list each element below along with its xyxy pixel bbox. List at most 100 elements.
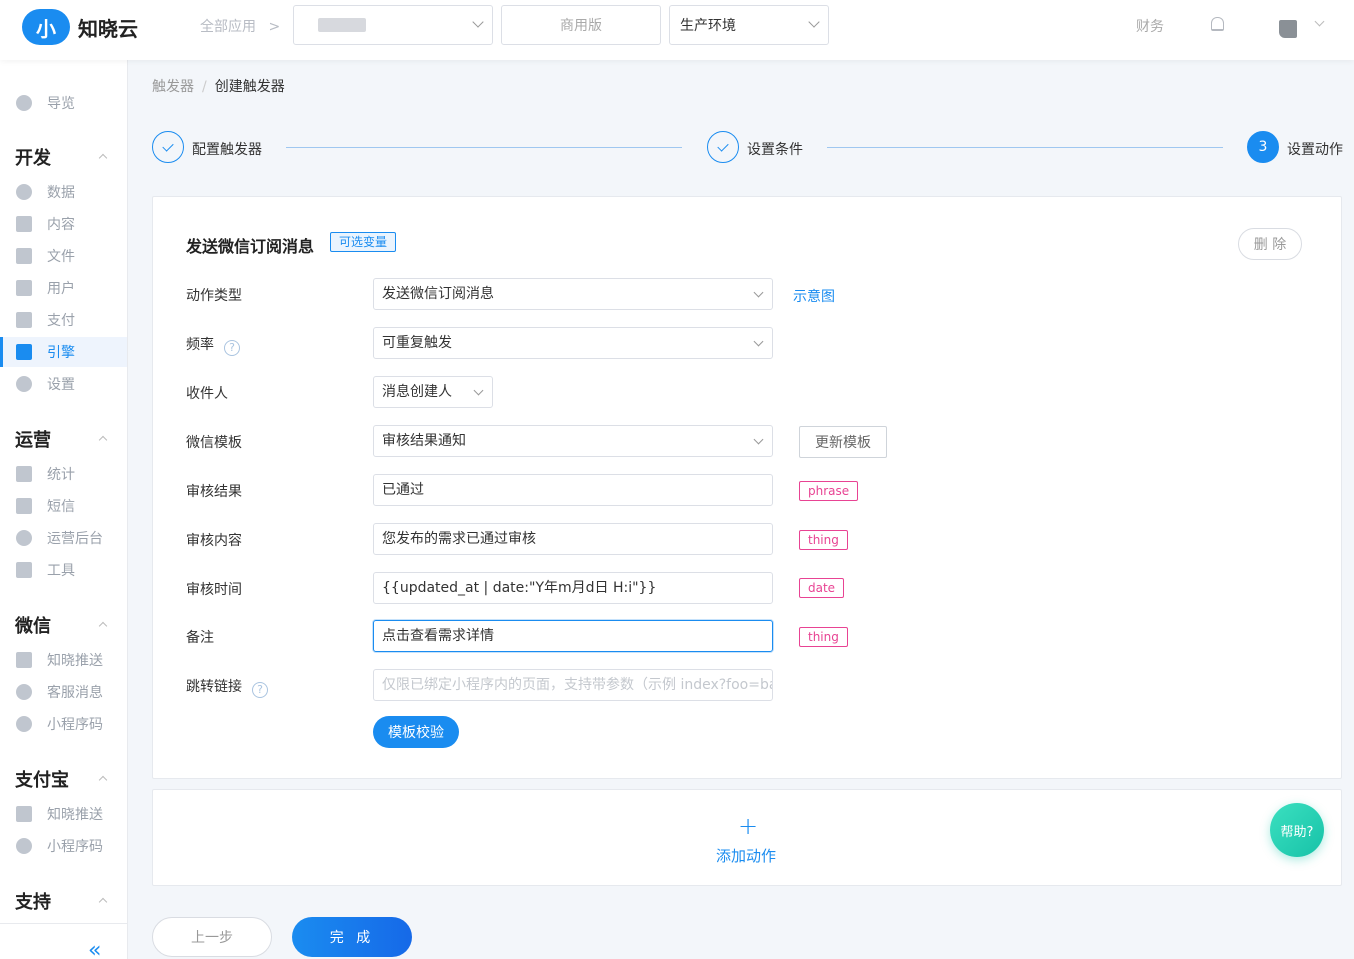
group-alipay[interactable]: 支付宝 <box>15 766 69 792</box>
sidebar-item-overview[interactable]: 导览 <box>0 88 127 118</box>
dashboard-icon <box>16 530 32 546</box>
add-action-card[interactable]: + 添加动作 <box>152 789 1342 886</box>
breadcrumb-parent[interactable]: 触发器 <box>152 79 194 95</box>
delete-button[interactable]: 删 除 <box>1238 228 1302 260</box>
sidebar-item-label: 内容 <box>47 217 75 233</box>
recipient-value: 消息创建人 <box>382 384 452 400</box>
sidebar-item-label: 用户 <box>47 281 75 297</box>
grid-icon <box>16 95 32 111</box>
sidebar-divider <box>0 923 127 924</box>
result-label: 审核结果 <box>186 484 242 500</box>
chevron-down-icon[interactable] <box>1314 16 1325 27</box>
sidebar-item-wechat-service[interactable]: 客服消息 <box>0 677 127 707</box>
group-wechat[interactable]: 微信 <box>15 612 51 638</box>
type-tag-thing: thing <box>799 530 848 550</box>
bell-icon[interactable] <box>1211 17 1224 31</box>
sidebar-item-label: 小程序码 <box>47 839 103 855</box>
chevron-up-icon[interactable] <box>98 775 108 785</box>
sidebar-item-alipay-qrcode[interactable]: 小程序码 <box>0 831 127 861</box>
sidebar-item-content[interactable]: 内容 <box>0 209 127 239</box>
sidebar-item-label: 运营后台 <box>47 531 103 547</box>
chevron-up-icon[interactable] <box>98 153 108 163</box>
env-select[interactable]: 生产环境 <box>669 5 829 45</box>
time-input[interactable]: {{updated_at | date:"Y年m月d日 H:i"}} <box>373 572 773 604</box>
wallet-icon <box>16 312 32 328</box>
finish-button[interactable]: 完 成 <box>292 917 412 957</box>
collapse-sidebar-icon[interactable]: « <box>88 938 102 959</box>
template-label: 微信模板 <box>186 435 242 451</box>
sidebar-item-wechat-qrcode[interactable]: 小程序码 <box>0 709 127 739</box>
type-tag-thing: thing <box>799 627 848 647</box>
headset-icon <box>16 684 32 700</box>
sidebar-item-tools[interactable]: 工具 <box>0 555 127 585</box>
sidebar-item-files[interactable]: 文件 <box>0 241 127 271</box>
logo-icon: 小 <box>22 9 70 45</box>
chevron-up-icon[interactable] <box>98 621 108 631</box>
trend-icon <box>16 344 32 360</box>
sidebar-item-label: 工具 <box>47 563 75 579</box>
plan-badge[interactable]: 商用版 <box>501 5 661 45</box>
step-2-check-icon <box>707 131 739 163</box>
validate-template-button[interactable]: 模板校验 <box>373 716 459 748</box>
sidebar-item-alipay-push[interactable]: 知晓推送 <box>0 799 127 829</box>
sidebar-item-label: 数据 <box>47 185 75 201</box>
finance-link[interactable]: 财务 <box>1136 16 1164 36</box>
step-1-check-icon <box>152 131 184 163</box>
sidebar-item-data[interactable]: 数据 <box>0 177 127 207</box>
logo[interactable]: 小 知晓云 <box>22 9 138 45</box>
app-select[interactable] <box>293 5 493 45</box>
user-icon <box>16 280 32 296</box>
sidebar-item-payment[interactable]: 支付 <box>0 305 127 335</box>
all-apps-link[interactable]: 全部应用 > <box>200 16 280 36</box>
top-bar: 小 知晓云 全部应用 > 商用版 生产环境 财务 <box>0 0 1354 60</box>
vars-tag[interactable]: 可选变量 <box>330 232 397 252</box>
recipient-select[interactable]: 消息创建人 <box>373 376 493 408</box>
chevron-down-icon <box>808 16 820 28</box>
group-dev[interactable]: 开发 <box>15 144 51 170</box>
prev-step-button[interactable]: 上一步 <box>152 917 272 957</box>
link-label-text: 跳转链接 <box>186 679 242 695</box>
group-support[interactable]: 支持 <box>15 888 51 914</box>
chevron-up-icon[interactable] <box>98 897 108 907</box>
frequency-select[interactable]: 可重复触发 <box>373 327 773 359</box>
action-type-select[interactable]: 发送微信订阅消息 <box>373 278 773 310</box>
template-select[interactable]: 审核结果通知 <box>373 425 773 457</box>
wrench-icon <box>16 562 32 578</box>
content-input[interactable]: 您发布的需求已通过审核 <box>373 523 773 555</box>
sidebar-item-wechat-push[interactable]: 知晓推送 <box>0 645 127 675</box>
chevron-right-icon: > <box>268 19 281 35</box>
pie-chart-icon <box>16 184 32 200</box>
qrcode-icon <box>16 716 32 732</box>
plan-label: 商用版 <box>560 18 602 34</box>
document-icon <box>16 216 32 232</box>
link-input[interactable]: 仅限已绑定小程序内的页面，支持带参数（示例 index?foo=ba <box>373 669 773 701</box>
chevron-up-icon[interactable] <box>98 435 108 445</box>
sidebar-item-label: 引擎 <box>47 345 75 361</box>
help-icon[interactable]: ? <box>252 682 268 698</box>
sidebar-item-stats[interactable]: 统计 <box>0 459 127 489</box>
help-button[interactable]: 帮助? <box>1270 803 1324 857</box>
sidebar: 导览 开发 数据 内容 文件 用户 支付 引擎 设置 运营 统计 短信 运营后台… <box>0 60 128 959</box>
sidebar-item-engine[interactable]: 引擎 <box>0 337 127 367</box>
sidebar-item-users[interactable]: 用户 <box>0 273 127 303</box>
qrcode-icon <box>16 838 32 854</box>
type-tag-phrase: phrase <box>799 481 859 501</box>
sidebar-item-label: 小程序码 <box>47 717 103 733</box>
group-ops[interactable]: 运营 <box>15 426 51 452</box>
remark-input[interactable]: 点击查看需求详情 <box>373 620 773 652</box>
demo-link[interactable]: 示意图 <box>793 286 835 306</box>
all-apps-label: 全部应用 <box>200 19 256 35</box>
update-template-button[interactable]: 更新模板 <box>799 426 887 458</box>
sidebar-item-sms[interactable]: 短信 <box>0 491 127 521</box>
step-connector <box>827 147 1223 148</box>
mail-icon <box>16 498 32 514</box>
help-icon[interactable]: ? <box>224 340 240 356</box>
sidebar-item-label: 文件 <box>47 249 75 265</box>
result-input[interactable]: 已通过 <box>373 474 773 506</box>
avatar[interactable] <box>1279 20 1297 38</box>
sidebar-item-label: 短信 <box>47 499 75 515</box>
step-3-number: 3 <box>1247 131 1279 163</box>
sidebar-item-settings[interactable]: 设置 <box>0 369 127 399</box>
sidebar-item-ops-backend[interactable]: 运营后台 <box>0 523 127 553</box>
action-card: 发送微信订阅消息 可选变量 删 除 动作类型 发送微信订阅消息 示意图 频率? … <box>152 196 1342 779</box>
